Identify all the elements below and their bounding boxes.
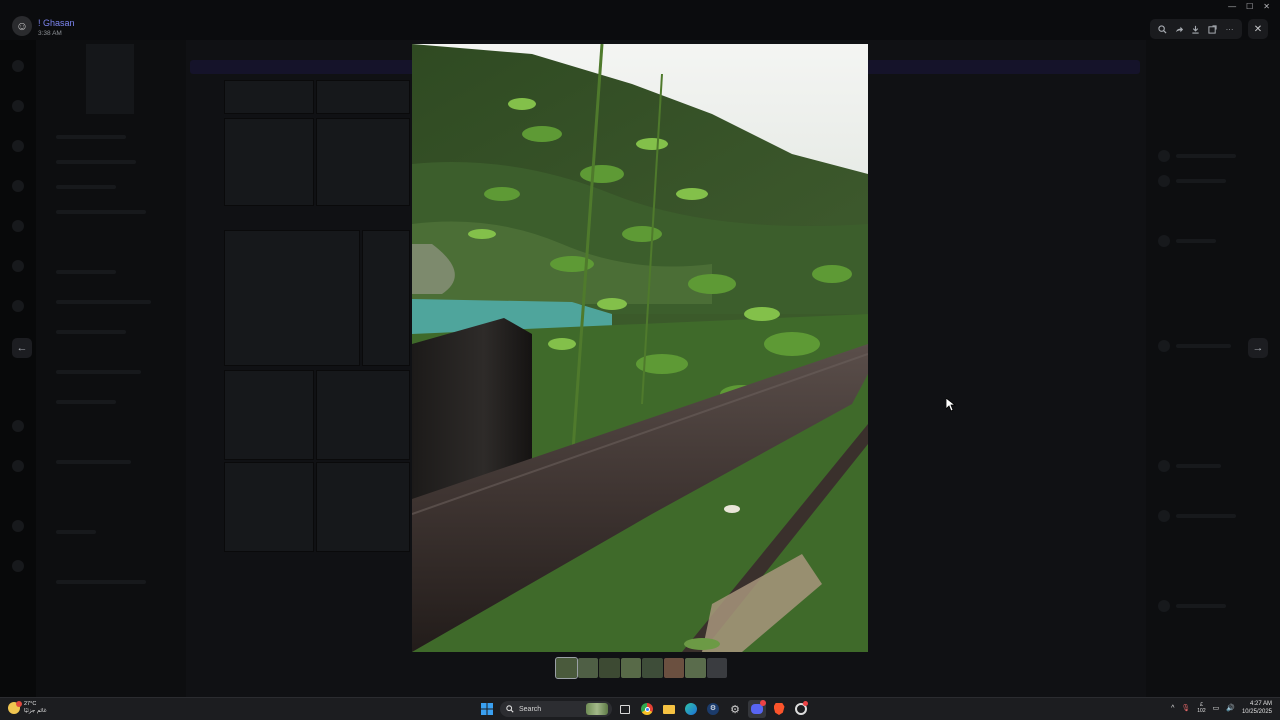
taskbar-clock[interactable]: 4:27 AM 10/25/2025: [1242, 700, 1272, 716]
thumbnail-item[interactable]: [620, 658, 641, 678]
taskbar: 27°C غائم جزئيًا Search ⚙ ⚙ ^ 🎙 £102 ▭ 🔊…: [0, 697, 1280, 720]
chrome-icon[interactable]: [638, 700, 656, 718]
minimize-icon[interactable]: —: [1228, 2, 1236, 11]
username[interactable]: ! Ghasan: [38, 18, 75, 28]
server-rail: [0, 40, 36, 697]
arrow-right-icon: →: [1252, 342, 1264, 354]
message-timestamp: 3:38 AM: [38, 30, 62, 37]
viewer-main-image[interactable]: [412, 44, 868, 652]
search-label: Search: [519, 705, 542, 713]
previous-image-button[interactable]: ←: [12, 338, 32, 358]
chevron-up-icon[interactable]: ^: [1171, 705, 1174, 712]
tray-number: 102: [1197, 708, 1206, 714]
thumbnail-item[interactable]: [599, 658, 620, 678]
windows-start-icon[interactable]: [478, 700, 496, 718]
system-tray: ^ 🎙 £102 ▭ 🔊 4:27 AM 10/25/2025: [1171, 700, 1272, 716]
clock-date: 10/25/2025: [1241, 709, 1272, 715]
network-icon[interactable]: ▭: [1213, 704, 1220, 712]
channel-list: [36, 40, 186, 697]
weather-desc: غائم جزئيًا: [24, 708, 47, 714]
image-viewer-overlay: ☺ ! Ghasan 3:38 AM ··· ✕ — ☐ ✕ ← →: [0, 0, 1280, 697]
forward-icon[interactable]: [1172, 22, 1186, 36]
open-external-icon[interactable]: [1206, 22, 1220, 36]
zoom-icon[interactable]: [1155, 22, 1169, 36]
edge-icon[interactable]: [682, 700, 700, 718]
tray-counter[interactable]: £102: [1197, 702, 1205, 714]
arrow-left-icon: ←: [16, 342, 28, 354]
close-viewer-button[interactable]: ✕: [1248, 19, 1268, 39]
thumbnail-strip: [555, 657, 727, 679]
thumbnail-item[interactable]: [685, 658, 706, 678]
weather-temp: 27°C: [24, 701, 37, 707]
volume-icon[interactable]: 🔊: [1226, 704, 1235, 712]
steam-icon[interactable]: ⚙: [704, 700, 722, 718]
settings-icon[interactable]: ⚙: [726, 700, 744, 718]
thumbnail-item[interactable]: [555, 657, 578, 679]
microphone-icon[interactable]: 🎙: [1181, 704, 1190, 712]
weather-widget[interactable]: 27°C غائم جزئيًا: [8, 701, 47, 715]
weather-icon: [8, 701, 22, 714]
mouse-cursor-icon: [946, 398, 956, 412]
channel-media-grid: [224, 80, 410, 560]
download-icon[interactable]: [1189, 22, 1203, 36]
search-icon: [506, 705, 514, 713]
task-view-icon[interactable]: [616, 700, 634, 718]
chrome-alt-icon[interactable]: [792, 700, 810, 718]
thumbnail-item[interactable]: [663, 658, 684, 678]
file-explorer-icon[interactable]: [660, 700, 678, 718]
thumbnail-item[interactable]: [577, 658, 598, 678]
window-controls: — ☐ ✕: [1228, 2, 1270, 11]
discord-icon[interactable]: [748, 700, 766, 718]
taskbar-search[interactable]: Search: [500, 701, 612, 717]
brave-icon[interactable]: [770, 700, 788, 718]
clock-time: 4:27 AM: [1249, 701, 1272, 707]
search-highlight-image: [586, 703, 608, 715]
user-avatar[interactable]: ☺: [12, 16, 32, 36]
thumbnail-item[interactable]: [706, 658, 727, 678]
member-list: [1146, 40, 1280, 697]
more-icon[interactable]: ···: [1223, 22, 1237, 36]
next-image-button[interactable]: →: [1248, 338, 1268, 358]
thumbnail-item[interactable]: [642, 658, 663, 678]
viewer-toolbar: ···: [1150, 19, 1242, 39]
taskbar-apps: Search ⚙ ⚙: [478, 700, 810, 718]
window-close-icon[interactable]: ✕: [1263, 2, 1270, 11]
close-icon: ✕: [1253, 23, 1263, 35]
maximize-icon[interactable]: ☐: [1246, 2, 1253, 11]
viewer-top-bar: ☺ ! Ghasan 3:38 AM ··· ✕: [0, 12, 1280, 42]
